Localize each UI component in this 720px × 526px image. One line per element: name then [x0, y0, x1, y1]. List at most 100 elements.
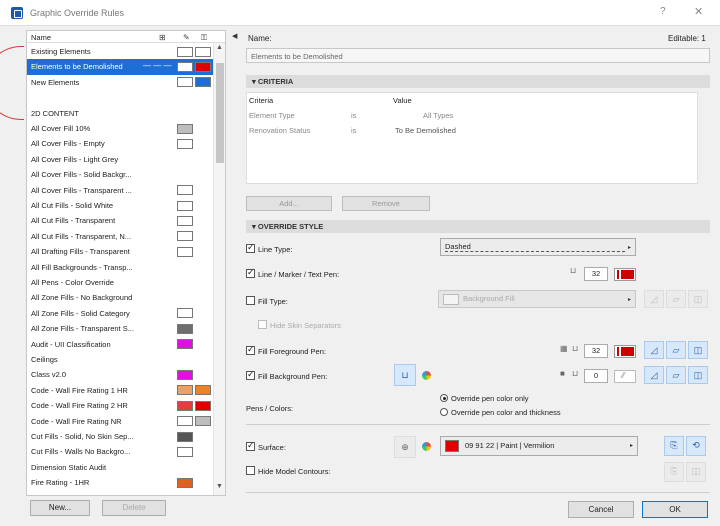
override-color-thickness-radio[interactable]: [440, 408, 448, 416]
fill-background-swatch[interactable]: ⁄⁄: [614, 370, 636, 383]
rule-name-field[interactable]: Elements to be Demolished: [246, 48, 710, 63]
fill-type-checkbox[interactable]: [246, 296, 255, 305]
list-item[interactable]: Code - Wall Fire Rating NR: [27, 414, 213, 429]
list-item[interactable]: Cut Fills - Solid, No Skin Sep...: [27, 429, 213, 444]
list-item[interactable]: Ceilings: [27, 352, 213, 367]
list-item[interactable]: All Cover Fills - Transparent ...: [27, 183, 213, 198]
list-item[interactable]: New Elements: [27, 75, 213, 90]
list-item[interactable]: All Fill Backgrounds - Transp...: [27, 260, 213, 275]
line-pen-swatch[interactable]: [614, 268, 636, 281]
list-item[interactable]: All Pens - Color Override: [27, 275, 213, 290]
criteria-section-header[interactable]: ▾ CRITERIA: [246, 75, 710, 88]
list-item[interactable]: All Zone Fills - Transparent S...: [27, 321, 213, 336]
color-wheel-icon[interactable]: [422, 442, 431, 451]
list-item[interactable]: Dimension Static Audit: [27, 460, 213, 475]
override-color-only-radio[interactable]: [440, 394, 448, 402]
add-criteria-button[interactable]: Add...: [246, 196, 332, 211]
criteria-table[interactable]: Criteria Value Element Type is All Types…: [246, 92, 698, 184]
edit-column-icon[interactable]: ✎: [183, 33, 190, 42]
surface-dropdown[interactable]: 09 91 22 | Paint | Vermilion ▸: [440, 436, 638, 456]
help-icon[interactable]: ?: [660, 6, 666, 17]
list-item[interactable]: All Cut Fills - Transparent: [27, 213, 213, 228]
surface-checkbox[interactable]: [246, 440, 255, 451]
fill-distorted-icon[interactable]: ▱: [666, 341, 686, 359]
cancel-button[interactable]: Cancel: [568, 501, 634, 518]
fill-foreground-number[interactable]: 32: [584, 344, 608, 358]
list-item[interactable]: [27, 90, 213, 105]
list-item[interactable]: Class v2.0: [27, 367, 213, 382]
style-swatch: [177, 200, 193, 211]
list-header: Name ⊞ ✎ ⚿: [27, 31, 225, 43]
fill-direction-icon[interactable]: ◿: [644, 341, 664, 359]
fill-foreground-checkbox[interactable]: [246, 344, 255, 355]
scroll-up-icon[interactable]: ▲: [216, 44, 223, 51]
list-item[interactable]: Elements to be Demolished — — —: [27, 59, 213, 75]
override-section-header[interactable]: ▾ OVERRIDE STYLE: [246, 220, 710, 233]
list-item[interactable]: All Cover Fills - Light Grey: [27, 152, 213, 167]
criteria-row-1-value[interactable]: All Types: [423, 111, 453, 120]
pen-picker-icon[interactable]: ⊔: [394, 364, 416, 386]
list-item[interactable]: All Cut Fills - Solid White: [27, 198, 213, 213]
fill-radial-icon[interactable]: ◫: [688, 290, 708, 308]
list-item[interactable]: All Cover Fills - Solid Backgr...: [27, 167, 213, 182]
list-item[interactable]: All Cover Fills - Empty: [27, 136, 213, 151]
column-name-header[interactable]: Name: [31, 33, 51, 42]
fill-radial-icon[interactable]: ◫: [688, 366, 708, 384]
scroll-down-icon[interactable]: ▼: [216, 483, 223, 490]
list-item-label: Existing Elements: [31, 47, 91, 56]
contour-visible-icon[interactable]: ⎘: [664, 462, 684, 482]
fill-foreground-swatch[interactable]: [614, 345, 636, 358]
rules-list[interactable]: Name ⊞ ✎ ⚿ Existing Elements Elements to …: [26, 30, 226, 496]
collapse-arrow-icon[interactable]: ◀: [232, 32, 237, 40]
line-type-dropdown[interactable]: Dashed ▸: [440, 238, 636, 256]
lock-column-icon[interactable]: ⚿: [201, 33, 207, 43]
fill-distorted-icon[interactable]: ▱: [666, 290, 686, 308]
list-item[interactable]: All Zone Fills - Solid Category: [27, 306, 213, 321]
criteria-row-2-op[interactable]: is: [351, 126, 356, 135]
scroll-thumb[interactable]: [216, 63, 224, 163]
criteria-row-1-criteria[interactable]: Element Type: [249, 111, 295, 120]
line-pen-number[interactable]: 32: [584, 267, 608, 281]
ok-button[interactable]: OK: [642, 501, 708, 518]
new-rule-button[interactable]: New...: [30, 500, 90, 516]
fill-radial-icon[interactable]: ◫: [688, 341, 708, 359]
surface-paint-icon[interactable]: ⟲: [686, 436, 706, 456]
list-item[interactable]: All Drafting Fills - Transparent: [27, 244, 213, 259]
remove-criteria-button[interactable]: Remove: [342, 196, 430, 211]
list-item[interactable]: All Cut Fills - Transparent, N...: [27, 229, 213, 244]
hide-contours-checkbox[interactable]: [246, 466, 255, 475]
close-icon[interactable]: ✕: [694, 5, 703, 18]
list-item[interactable]: All Zone Fills - No Background: [27, 290, 213, 305]
list-item[interactable]: All Cover Fill 10%: [27, 121, 213, 136]
list-item[interactable]: Fire Rating - 1HR: [27, 475, 213, 490]
list-item[interactable]: 2D CONTENT: [27, 106, 213, 121]
line-pen-checkbox[interactable]: [246, 267, 255, 278]
criteria-row-2-criteria[interactable]: Renovation Status: [249, 126, 310, 135]
surface-library-icon[interactable]: ⎘: [664, 436, 684, 456]
fill-background-checkbox[interactable]: [246, 369, 255, 380]
criteria-row-1-op[interactable]: is: [351, 111, 356, 120]
override-color-only-label[interactable]: Override pen color only: [451, 394, 529, 403]
list-item[interactable]: Existing Elements: [27, 44, 213, 59]
override-color-thickness-label[interactable]: Override pen color and thickness: [451, 408, 561, 417]
list-item-label: Code - Wall Fire Rating NR: [31, 416, 122, 426]
fill-type-dropdown[interactable]: Background Fill ▸: [438, 290, 636, 308]
list-item[interactable]: Code - Wall Fire Rating 2 HR: [27, 398, 213, 413]
contour-hidden-icon[interactable]: ◫: [686, 462, 706, 482]
list-scrollbar[interactable]: ▲ ▼: [213, 43, 225, 495]
line-type-checkbox[interactable]: [246, 242, 255, 253]
surface-picker-icon[interactable]: ⊕: [394, 436, 416, 458]
criteria-row-2-value[interactable]: To Be Demolished: [395, 126, 456, 135]
fill-background-number[interactable]: 0: [584, 369, 608, 383]
hide-skin-checkbox[interactable]: [258, 320, 267, 329]
color-wheel-icon[interactable]: [422, 371, 431, 380]
panel-splitter[interactable]: ◀: [230, 26, 242, 526]
fill-distorted-icon[interactable]: ▱: [666, 366, 686, 384]
delete-rule-button[interactable]: Delete: [102, 500, 166, 516]
visibility-column-icon[interactable]: ⊞: [159, 33, 166, 42]
list-item[interactable]: Audit - UII Classification: [27, 337, 213, 352]
list-item[interactable]: Cut Fills - Walls No Backgro...: [27, 444, 213, 459]
list-item[interactable]: Code - Wall Fire Rating 1 HR: [27, 383, 213, 398]
fill-direction-icon[interactable]: ◿: [644, 290, 664, 308]
fill-direction-icon[interactable]: ◿: [644, 366, 664, 384]
